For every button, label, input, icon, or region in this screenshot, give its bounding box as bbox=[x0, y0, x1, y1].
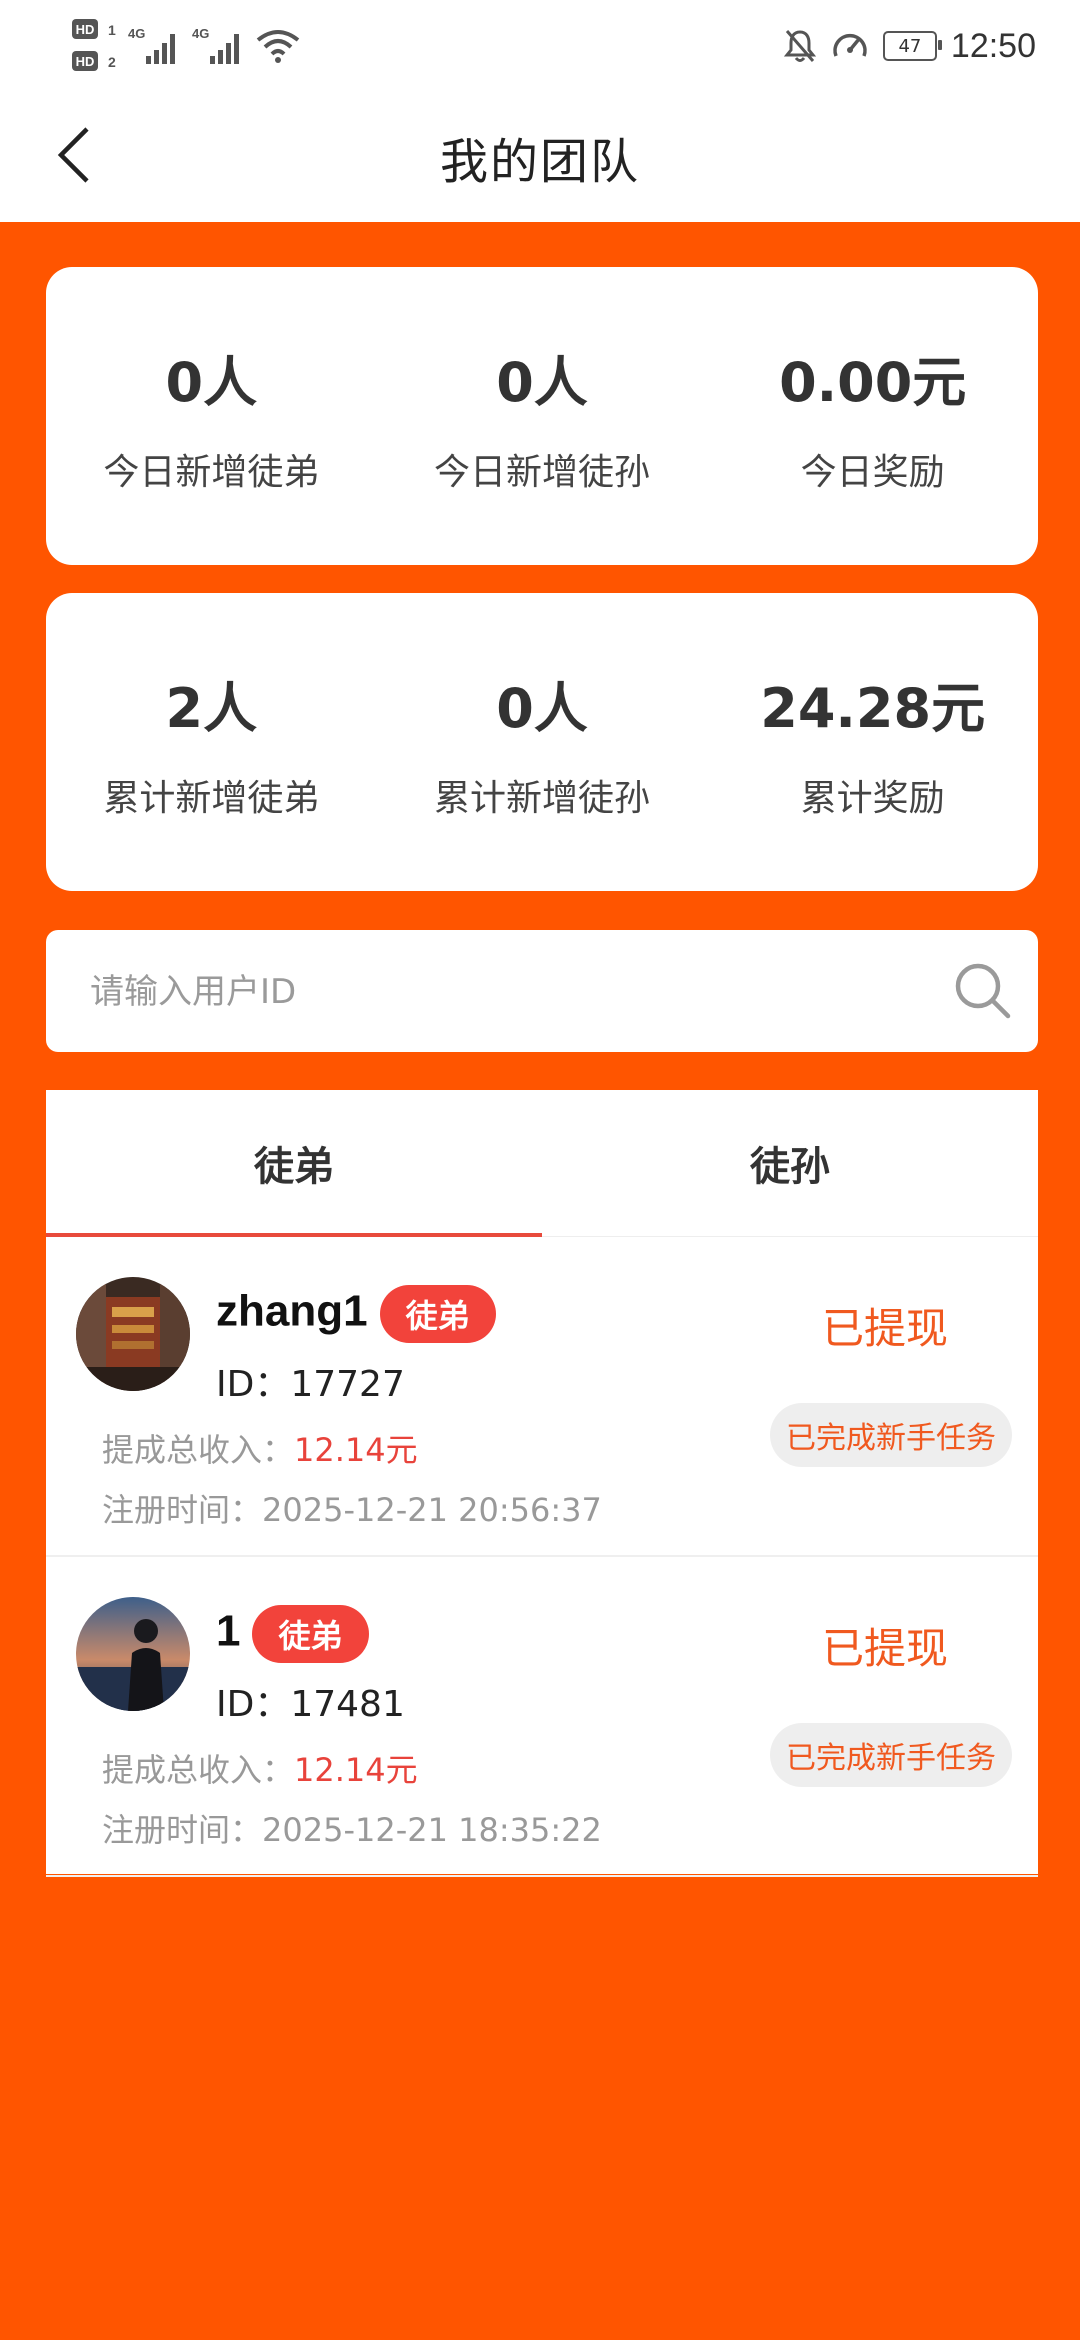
search-input[interactable] bbox=[88, 930, 912, 1054]
member-badge: 徒弟 bbox=[379, 1285, 496, 1343]
withdraw-status: 已提现 bbox=[821, 1624, 948, 1673]
tab-apprentices[interactable]: 徒弟 bbox=[46, 1090, 542, 1237]
status-bar: HD 1 HD 2 4G 4G 47 12:50 bbox=[0, 0, 1080, 92]
stat-today-grand-apprentices: 0人 今日新增徒孙 bbox=[377, 267, 708, 565]
bell-muted-icon bbox=[783, 30, 817, 62]
signal-4g-icon: 4G bbox=[192, 26, 239, 64]
member-id: ID：17481 bbox=[216, 1684, 405, 1725]
stat-label: 今日新增徒弟 bbox=[103, 451, 320, 493]
stat-total-grand-apprentices: 0人 累计新增徒孙 bbox=[377, 593, 708, 891]
search-icon[interactable] bbox=[952, 960, 1014, 1022]
stat-value: 0人 bbox=[496, 676, 588, 740]
member-name: zhang1 bbox=[216, 1286, 368, 1336]
stat-value: 2人 bbox=[165, 676, 258, 740]
list-item[interactable]: 1 徒弟 ID：17481 提成总收入：12.14元 注册时间：2025-12-2… bbox=[46, 1557, 1038, 1877]
stat-total-apprentices: 2人 累计新增徒弟 bbox=[46, 593, 377, 891]
signal-4g-icon: 4G bbox=[128, 26, 175, 64]
stat-today-reward: 0.00元 今日奖励 bbox=[707, 267, 1038, 565]
status-right: 47 12:50 bbox=[783, 16, 1036, 76]
member-register-time: 注册时间：2025-12-21 18:35:22 bbox=[102, 1811, 602, 1849]
member-name-row: zhang1 徒弟 bbox=[216, 1285, 496, 1343]
income-value: 12.14元 bbox=[294, 1751, 418, 1789]
battery-icon: 47 bbox=[882, 31, 942, 61]
svg-text:HD: HD bbox=[76, 54, 95, 69]
stat-total-reward: 24.28元 累计奖励 bbox=[707, 593, 1038, 891]
search-box bbox=[46, 930, 1038, 1054]
member-name: 1 bbox=[216, 1606, 241, 1656]
wifi-icon bbox=[256, 30, 300, 63]
income-label: 提成总收入： bbox=[102, 1431, 295, 1469]
stat-value: 0人 bbox=[496, 350, 588, 414]
page-title: 我的团队 bbox=[439, 134, 640, 190]
stat-value: 0人 bbox=[165, 350, 258, 414]
stat-value: 24.28元 bbox=[760, 676, 986, 740]
stat-label: 今日奖励 bbox=[800, 451, 945, 493]
member-name-row: 1 徒弟 bbox=[216, 1605, 369, 1663]
svg-text:HD: HD bbox=[76, 22, 95, 37]
stat-label: 累计新增徒弟 bbox=[103, 777, 320, 819]
member-register-time: 注册时间：2025-12-21 20:56:37 bbox=[102, 1491, 602, 1529]
income-label: 提成总收入： bbox=[102, 1751, 295, 1789]
avatar bbox=[76, 1277, 190, 1391]
stat-value: 0.00元 bbox=[779, 350, 967, 414]
avatar-image bbox=[76, 1277, 190, 1391]
total-stats-card: 2人 累计新增徒弟 0人 累计新增徒孙 24.28元 累计奖励 bbox=[46, 593, 1038, 891]
status-left: HD 1 HD 2 4G 4G bbox=[70, 16, 300, 76]
svg-text:1: 1 bbox=[108, 22, 116, 38]
member-income: 提成总收入：12.14元 bbox=[102, 1425, 418, 1471]
task-status-badge: 已完成新手任务 bbox=[770, 1723, 1012, 1787]
task-status-badge: 已完成新手任务 bbox=[770, 1403, 1012, 1467]
speed-icon bbox=[833, 33, 867, 57]
member-income: 提成总收入：12.14元 bbox=[102, 1745, 418, 1791]
list-item[interactable]: zhang1 徒弟 ID：17727 提成总收入：12.14元 注册时间：2025… bbox=[46, 1237, 1038, 1557]
svg-text:2: 2 bbox=[108, 54, 116, 70]
team-list-panel: 徒弟 徒孙 zhang1 徒弟 ID：17727 提成总收入：12.14元 注册时… bbox=[46, 1090, 1038, 1877]
avatar-image bbox=[76, 1597, 190, 1711]
stat-label: 累计奖励 bbox=[800, 777, 945, 819]
svg-text:4G: 4G bbox=[192, 26, 209, 41]
stat-label: 今日新增徒孙 bbox=[434, 451, 651, 493]
today-stats-card: 0人 今日新增徒弟 0人 今日新增徒孙 0.00元 今日奖励 bbox=[46, 267, 1038, 565]
withdraw-status: 已提现 bbox=[821, 1304, 948, 1353]
nav-bar: 我的团队 bbox=[0, 92, 1080, 222]
avatar bbox=[76, 1597, 190, 1711]
stat-today-apprentices: 0人 今日新增徒弟 bbox=[46, 267, 377, 565]
hd-icon: HD 1 HD 2 bbox=[72, 19, 116, 71]
member-id: ID：17727 bbox=[216, 1364, 405, 1405]
tab-grand-apprentices[interactable]: 徒孙 bbox=[542, 1090, 1038, 1236]
clock: 12:50 bbox=[950, 26, 1036, 65]
stat-label: 累计新增徒孙 bbox=[434, 777, 651, 819]
tab-bar: 徒弟 徒孙 bbox=[46, 1090, 1038, 1237]
battery-level: 47 bbox=[898, 35, 922, 57]
svg-text:4G: 4G bbox=[128, 26, 145, 41]
member-badge: 徒弟 bbox=[252, 1605, 369, 1663]
income-value: 12.14元 bbox=[294, 1431, 418, 1469]
